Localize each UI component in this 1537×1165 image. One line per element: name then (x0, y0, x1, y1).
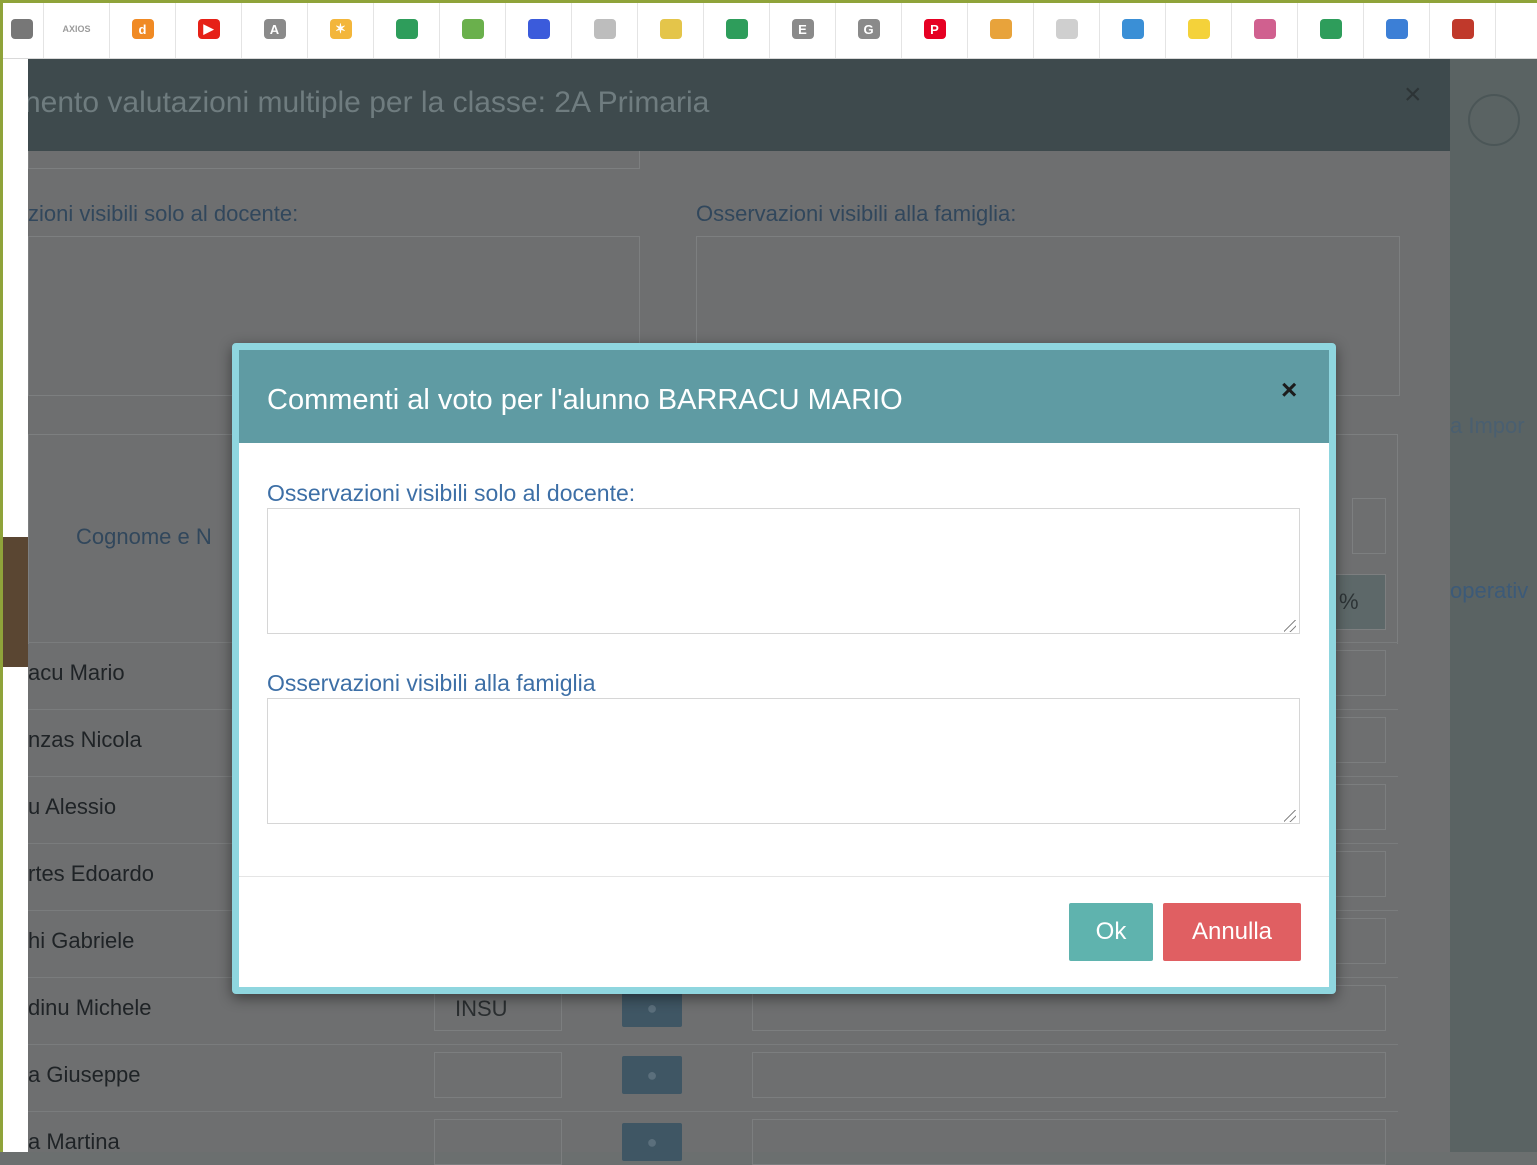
shield-icon (527, 19, 550, 39)
bookmark-item[interactable]: E (770, 0, 836, 58)
student-name: u Alessio (28, 794, 117, 819)
student-name: rtes Edoardo (28, 861, 154, 886)
user-avatar-icon[interactable] (1468, 94, 1520, 146)
student-name: hi Gabriele (28, 928, 135, 953)
bookmark-item[interactable]: AXIOS (44, 0, 110, 58)
pinterest-icon: P (923, 19, 946, 39)
background-fragment: a Impor (1450, 413, 1525, 438)
student-name: a Giuseppe (28, 1062, 141, 1087)
background-select[interactable] (1352, 498, 1386, 554)
bookmark-item[interactable] (638, 0, 704, 58)
teacher-observations-label: Osservazioni visibili solo al docente: (267, 480, 636, 506)
table-row-divider (28, 1044, 1398, 1045)
cancel-button[interactable]: Annulla (1163, 903, 1301, 961)
bookmark-item[interactable] (1430, 0, 1496, 58)
bookmark-item[interactable] (1100, 0, 1166, 58)
classroom-icon (725, 19, 748, 39)
d-app-icon: d (131, 19, 154, 39)
star-icon: ✶ (329, 19, 352, 39)
bookmark-item[interactable] (1166, 0, 1232, 58)
background-fragment: operativ (1450, 578, 1529, 603)
sun-icon (1187, 19, 1210, 39)
youtube-icon: ▶ (197, 19, 220, 39)
family-observations-field[interactable] (267, 698, 1300, 824)
teacher-observations-field[interactable] (267, 508, 1300, 634)
classroom-icon (395, 19, 418, 39)
grid-icon (1385, 19, 1408, 39)
background-label-family: Osservazioni visibili alla famiglia: (696, 201, 1017, 226)
bookmark-item[interactable] (440, 0, 506, 58)
panda-icon (593, 19, 616, 39)
student-name: a Martina (28, 1129, 120, 1154)
bookmark-item[interactable]: ✶ (308, 0, 374, 58)
background-right-panel: a Impor operativ (1450, 58, 1537, 1152)
bookmark-item[interactable]: ▶ (176, 0, 242, 58)
bookmark-item[interactable] (1298, 0, 1364, 58)
flower-icon (1253, 19, 1276, 39)
side-tab (0, 537, 28, 667)
axios-icon: AXIOS (62, 24, 91, 34)
sketch-icon (1055, 19, 1078, 39)
family-observations-label: Osservazioni visibili alla famiglia (267, 670, 596, 696)
observation-input[interactable] (752, 1119, 1386, 1165)
globe-icon (1121, 19, 1144, 39)
ok-button[interactable]: Ok (1069, 903, 1153, 961)
dialog-footer-divider (239, 876, 1329, 877)
bookmark-item[interactable] (1364, 0, 1430, 58)
bookmark-item[interactable] (1034, 0, 1100, 58)
bookmark-item[interactable] (968, 0, 1034, 58)
a-app-icon: A (263, 19, 286, 39)
column-header-name: Cognome e N (76, 524, 212, 549)
classroom-icon (1319, 19, 1342, 39)
background-close-icon[interactable]: × (1404, 78, 1422, 112)
student-name: acu Mario (28, 660, 125, 685)
bookmark-item[interactable]: A (242, 0, 308, 58)
pencil-icon (1451, 19, 1474, 39)
bookmark-item[interactable] (704, 0, 770, 58)
bookmark-item[interactable]: G (836, 0, 902, 58)
bookmark-item[interactable] (506, 0, 572, 58)
bookmark-item[interactable]: P (902, 0, 968, 58)
emoji-icon (461, 19, 484, 39)
comment-icon[interactable]: ● (622, 1056, 682, 1094)
bookmarks-bar: AXIOS d ▶ A ✶ E G P (0, 0, 1537, 59)
grade-cell[interactable] (434, 1119, 562, 1165)
percent-label: % (1339, 589, 1359, 614)
g-app-icon: G (857, 19, 880, 39)
close-icon[interactable]: × (1281, 374, 1297, 406)
background-label-teacher: zioni visibili solo al docente: (28, 201, 299, 226)
dialog-header: Commenti al voto per l'alunno BARRACU MA… (239, 350, 1329, 443)
student-name: dinu Michele (28, 995, 152, 1020)
tree-icon (659, 19, 682, 39)
bookmark-item[interactable] (0, 0, 44, 58)
background-modal-header: nento valutazioni multiple per la classe… (24, 58, 1450, 151)
comment-icon[interactable]: ● (622, 1123, 682, 1161)
dialog-title: Commenti al voto per l'alunno BARRACU MA… (267, 384, 903, 416)
student-name: nzas Nicola (28, 727, 142, 752)
cartoon-icon (989, 19, 1012, 39)
background-field (28, 151, 640, 169)
observation-input[interactable] (752, 1052, 1386, 1098)
bookmark-item[interactable] (374, 0, 440, 58)
table-row-divider (28, 1111, 1398, 1112)
background-modal-title: nento valutazioni multiple per la classe… (24, 86, 710, 119)
grade-cell[interactable] (434, 1052, 562, 1098)
comment-icon[interactable]: ● (622, 989, 682, 1027)
percent-cell: % (1334, 574, 1386, 630)
bookmark-item[interactable] (1232, 0, 1298, 58)
bookmark-item[interactable] (572, 0, 638, 58)
e-app-icon: E (791, 19, 814, 39)
partial-icon (10, 19, 33, 39)
bookmark-item[interactable]: d (110, 0, 176, 58)
comment-dialog: Commenti al voto per l'alunno BARRACU MA… (232, 343, 1336, 994)
